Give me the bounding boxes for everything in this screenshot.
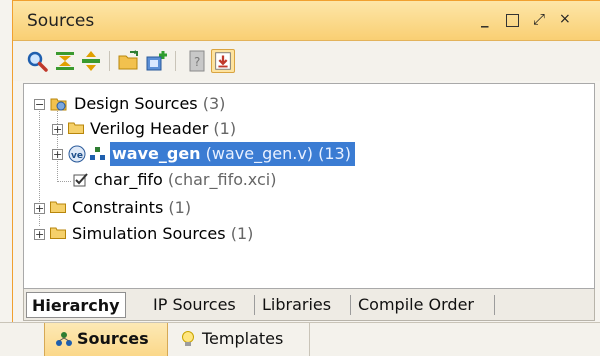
expand-toggle[interactable]: + bbox=[34, 203, 45, 214]
tab-separator bbox=[350, 295, 351, 315]
tree-label: Constraints bbox=[72, 198, 164, 217]
collapse-toggle[interactable]: − bbox=[34, 99, 45, 110]
expand-toggle[interactable]: + bbox=[52, 124, 63, 135]
panel-title: Sources bbox=[27, 11, 95, 31]
tree-label: wave_gen bbox=[112, 144, 201, 163]
tab-label: Templates bbox=[202, 329, 284, 348]
tab-sources[interactable]: Sources bbox=[44, 323, 168, 356]
view-tabs: Hierarchy IP Sources Libraries Compile O… bbox=[23, 289, 595, 321]
tree-label: char_fifo bbox=[94, 170, 163, 189]
tree-count: (1) bbox=[213, 119, 237, 138]
expand-toggle[interactable]: + bbox=[34, 229, 45, 240]
tree-detail: (char_fifo.xci) bbox=[167, 170, 277, 189]
sources-tree[interactable]: − Design Sources (3) + Verilog Header (1… bbox=[23, 83, 595, 289]
tab-hierarchy[interactable]: Hierarchy bbox=[26, 292, 126, 318]
panel-title-bar[interactable]: Sources _ ⤢ × bbox=[13, 1, 600, 41]
tree-label: Simulation Sources bbox=[72, 224, 226, 243]
auto-update-icon[interactable] bbox=[211, 49, 235, 73]
tab-compile-order[interactable]: Compile Order bbox=[353, 292, 479, 318]
maximize-button[interactable] bbox=[506, 14, 519, 27]
sources-toolbar: ? bbox=[13, 41, 600, 81]
tree-label: Design Sources bbox=[74, 94, 198, 113]
verilog-module-icon: ve bbox=[68, 145, 86, 163]
add-sources-icon[interactable] bbox=[145, 49, 169, 73]
sources-tab-icon bbox=[56, 332, 72, 346]
lightbulb-icon bbox=[182, 331, 194, 346]
sources-panel: Sources _ ⤢ × ? − Design Sources (3) + V… bbox=[12, 0, 600, 322]
collapse-all-icon[interactable] bbox=[53, 49, 77, 73]
svg-text:?: ? bbox=[194, 55, 200, 69]
close-button[interactable]: × bbox=[559, 10, 571, 28]
search-icon[interactable] bbox=[25, 49, 49, 73]
selected-item[interactable]: wave_gen (wave_gen.v) (13) bbox=[110, 142, 355, 166]
tree-node-char-fifo[interactable]: char_fifo (char_fifo.xci) bbox=[24, 168, 424, 192]
help-icon[interactable]: ? bbox=[185, 49, 209, 73]
bottom-tab-bar: Sources Templates bbox=[0, 322, 600, 356]
tab-ip-sources[interactable]: IP Sources bbox=[148, 292, 241, 318]
expand-all-icon[interactable] bbox=[79, 49, 103, 73]
tab-templates[interactable]: Templates bbox=[170, 323, 310, 356]
tree-node-design-sources[interactable]: − Design Sources (3) bbox=[24, 92, 424, 116]
tree-node-constraints[interactable]: + Constraints (1) bbox=[24, 196, 424, 220]
tree-count: (1) bbox=[230, 224, 254, 243]
toolbar-separator bbox=[175, 51, 176, 71]
tree-node-verilog-header[interactable]: + Verilog Header (1) bbox=[24, 117, 424, 141]
folder-icon bbox=[50, 227, 66, 239]
tab-label: Sources bbox=[77, 329, 149, 348]
hierarchy-icon bbox=[90, 147, 105, 160]
float-button[interactable]: ⤢ bbox=[533, 10, 545, 28]
design-sources-icon bbox=[50, 98, 67, 111]
tab-libraries[interactable]: Libraries bbox=[257, 292, 336, 318]
tree-detail: (wave_gen.v) (13) bbox=[205, 144, 351, 163]
tab-separator bbox=[494, 295, 495, 315]
minimize-button[interactable]: _ bbox=[481, 10, 489, 28]
toolbar-separator bbox=[109, 51, 110, 71]
tree-node-simulation-sources[interactable]: + Simulation Sources (1) bbox=[24, 222, 424, 246]
open-folder-icon[interactable] bbox=[117, 49, 141, 73]
tab-separator bbox=[254, 295, 255, 315]
tree-label: Verilog Header bbox=[90, 119, 209, 138]
ip-core-icon bbox=[73, 173, 88, 187]
folder-icon bbox=[68, 122, 84, 134]
tree-count: (1) bbox=[168, 198, 192, 217]
tree-count: (3) bbox=[202, 94, 226, 113]
expand-toggle[interactable]: + bbox=[52, 149, 63, 160]
svg-text:ve: ve bbox=[71, 151, 83, 161]
folder-icon bbox=[50, 201, 66, 213]
tree-node-wave-gen[interactable]: + ve wave_gen (wave_gen.v) (13) bbox=[24, 142, 484, 166]
